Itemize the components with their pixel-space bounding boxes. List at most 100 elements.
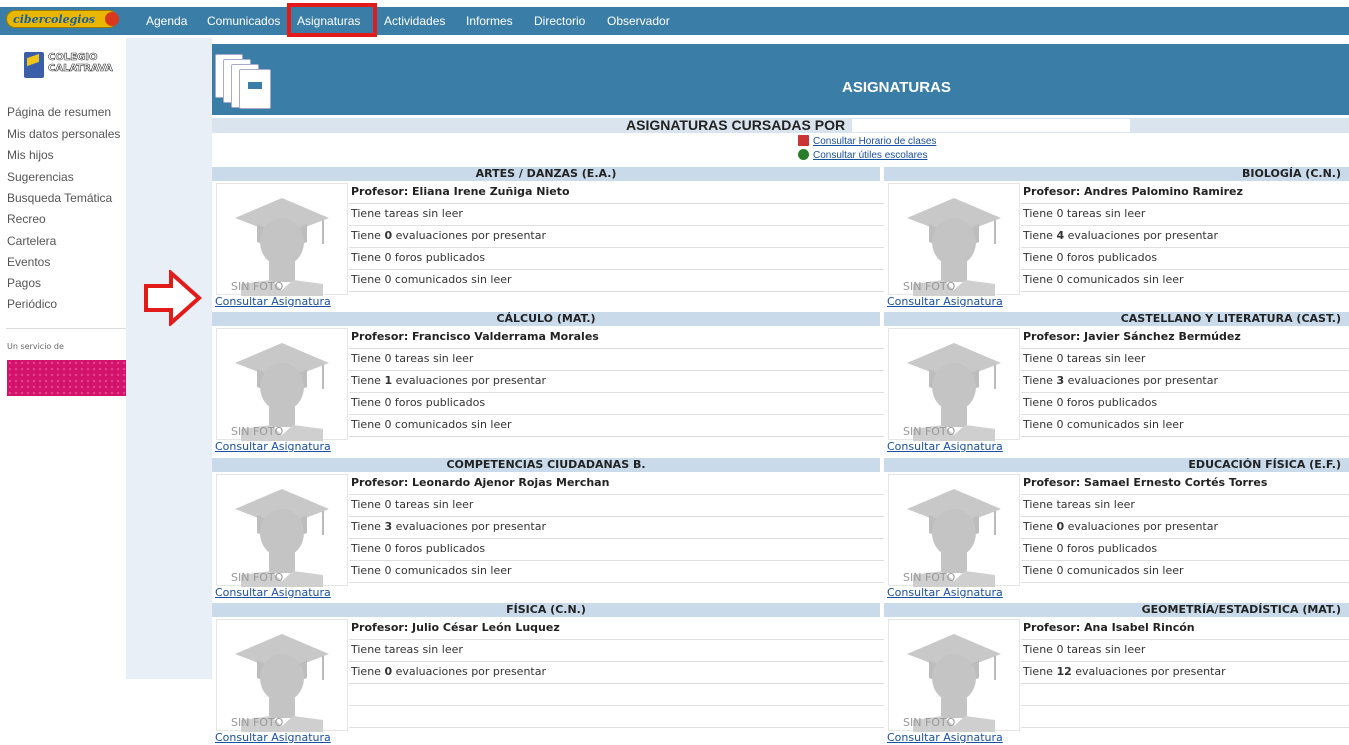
- eval-suffix: evaluaciones por presentar: [1064, 374, 1219, 387]
- school-logo: COLEGIO CALATRAVA: [24, 50, 114, 82]
- sidebar-item-mis-datos[interactable]: Mis datos personales: [7, 127, 120, 141]
- eval-prefix: Tiene: [1023, 665, 1057, 678]
- consultar-asignatura-link[interactable]: Consultar Asignatura: [887, 586, 1003, 599]
- subject-title: COMPETENCIAS CIUDADANAS B.: [212, 458, 880, 472]
- subject-teacher: Profesor: Eliana Irene Zuñiga Nieto: [349, 183, 884, 204]
- evaluaciones-row: Tiene 3 evaluaciones por presentar: [349, 518, 884, 539]
- subject-title: ARTES / DANZAS (E.A.): [212, 167, 880, 181]
- consultar-asignatura-link[interactable]: Consultar Asignatura: [215, 440, 331, 453]
- subject-teacher: Profesor: Ana Isabel Rincón: [1021, 619, 1349, 640]
- sidebar-item-periodico[interactable]: Periódico: [7, 297, 57, 311]
- tareas-row: Tiene 0 tareas sin leer: [349, 496, 884, 517]
- eval-count: 0: [384, 229, 393, 242]
- sin-foto-label: SIN FOTO: [903, 571, 956, 584]
- cursadas-bar: ASIGNATURAS CURSADAS POR: [212, 118, 1349, 133]
- nav-informes[interactable]: Informes: [466, 7, 513, 35]
- teacher-photo-placeholder: SIN FOTO: [888, 328, 1020, 441]
- school-name: COLEGIO CALATRAVA: [48, 52, 113, 75]
- teacher-photo-placeholder: SIN FOTO: [888, 183, 1020, 296]
- evaluaciones-row: Tiene 3 evaluaciones por presentar: [1021, 372, 1349, 393]
- subject-card: GEOMETRÍA/ESTADÍSTICA (MAT.) SIN FOTO Prof…: [884, 603, 1349, 745]
- comunicados-row: [349, 707, 884, 728]
- comunicados-row: Tiene 0 comunicados sin leer: [1021, 271, 1349, 292]
- eval-suffix: evaluaciones por presentar: [1064, 229, 1219, 242]
- info-icon: [798, 149, 809, 160]
- consultar-asignatura-link[interactable]: Consultar Asignatura: [887, 731, 1003, 744]
- eval-suffix: evaluaciones por presentar: [392, 374, 547, 387]
- eval-count: 0: [384, 665, 393, 678]
- sidebar-item-recreo[interactable]: Recreo: [7, 212, 46, 226]
- eval-count: 0: [1056, 520, 1065, 533]
- eval-suffix: evaluaciones por presentar: [392, 665, 547, 678]
- nav-directorio[interactable]: Directorio: [534, 7, 585, 35]
- nav-agenda[interactable]: Agenda: [146, 7, 187, 35]
- evaluaciones-row: Tiene 0 evaluaciones por presentar: [1021, 518, 1349, 539]
- foros-row: Tiene 0 foros publicados: [349, 394, 884, 415]
- sin-foto-label: SIN FOTO: [231, 280, 284, 293]
- calendar-icon: [798, 135, 809, 146]
- sin-foto-label: SIN FOTO: [231, 716, 284, 729]
- eval-prefix: Tiene: [351, 229, 385, 242]
- subject-title: CASTELLANO Y LITERATURA (CAST.): [884, 312, 1349, 326]
- teacher-photo-placeholder: SIN FOTO: [216, 328, 348, 441]
- eval-prefix: Tiene: [1023, 374, 1057, 387]
- servicio-label: Un servicio de: [7, 342, 64, 351]
- school-icon: [24, 52, 44, 78]
- evaluaciones-row: Tiene 12 evaluaciones por presentar: [1021, 663, 1349, 684]
- consultar-asignatura-link[interactable]: Consultar Asignatura: [215, 731, 331, 744]
- tareas-row: Tiene 0 tareas sin leer: [1021, 350, 1349, 371]
- subject-card: FÍSICA (C.N.) SIN FOTO Profesor: Julio Cés…: [212, 603, 884, 745]
- sidebar-divider: [6, 328, 126, 329]
- foros-row: Tiene 0 foros publicados: [1021, 540, 1349, 561]
- comunicados-row: Tiene 0 comunicados sin leer: [1021, 562, 1349, 583]
- nav-observador[interactable]: Observador: [607, 7, 670, 35]
- sidebar-item-sugerencias[interactable]: Sugerencias: [7, 170, 74, 184]
- consultar-asignatura-link[interactable]: Consultar Asignatura: [215, 295, 331, 308]
- eval-suffix: evaluaciones por presentar: [392, 229, 547, 242]
- foros-row: Tiene 0 foros publicados: [1021, 394, 1349, 415]
- teacher-photo-placeholder: SIN FOTO: [216, 183, 348, 296]
- comunicados-row: Tiene 0 comunicados sin leer: [349, 271, 884, 292]
- foros-row: Tiene 0 foros publicados: [349, 540, 884, 561]
- sidebar-item-pagos[interactable]: Pagos: [7, 276, 41, 290]
- teacher-photo-placeholder: SIN FOTO: [216, 619, 348, 732]
- consultar-asignatura-link[interactable]: Consultar Asignatura: [215, 586, 331, 599]
- subject-title: EDUCACIÓN FÍSICA (E.F.): [884, 458, 1349, 472]
- nav-actividades[interactable]: Actividades: [384, 7, 445, 35]
- sponsor-banner[interactable]: [7, 360, 126, 396]
- cursadas-title: ASIGNATURAS CURSADAS POR: [626, 117, 846, 133]
- sidebar-item-eventos[interactable]: Eventos: [7, 255, 50, 269]
- eval-prefix: Tiene: [351, 665, 385, 678]
- sidebar-item-busqueda[interactable]: Busqueda Temática: [7, 191, 112, 205]
- subject-card: EDUCACIÓN FÍSICA (E.F.) SIN FOTO Profesor:…: [884, 458, 1349, 600]
- cibercolegios-logo[interactable]: cibercolegios: [6, 10, 119, 28]
- teacher-photo-placeholder: SIN FOTO: [888, 474, 1020, 587]
- top-bar: cibercolegios Agenda Comunicados Asignat…: [0, 7, 1349, 35]
- comunicados-row: Tiene 0 comunicados sin leer: [349, 416, 884, 437]
- tareas-row: Tiene 0 tareas sin leer: [349, 350, 884, 371]
- tareas-row: Tiene 0 tareas sin leer: [1021, 205, 1349, 226]
- utiles-link[interactable]: Consultar útiles escolares: [798, 149, 928, 161]
- subject-teacher: Profesor: Andres Palomino Ramirez: [1021, 183, 1349, 204]
- subject-card: CÁLCULO (MAT.) SIN FOTO Profesor: Francisc…: [212, 312, 884, 454]
- subject-card: ARTES / DANZAS (E.A.) SIN FOTO Profesor: E…: [212, 167, 884, 309]
- logo-mark-icon: [105, 12, 119, 26]
- sidebar-item-mis-hijos[interactable]: Mis hijos: [7, 148, 54, 162]
- red-arrow-icon: [144, 270, 203, 326]
- sidebar-item-cartelera[interactable]: Cartelera: [7, 234, 56, 248]
- consultar-asignatura-link[interactable]: Consultar Asignatura: [887, 295, 1003, 308]
- sin-foto-label: SIN FOTO: [903, 425, 956, 438]
- sin-foto-label: SIN FOTO: [903, 716, 956, 729]
- horario-link[interactable]: Consultar Horario de clases: [798, 135, 936, 147]
- comunicados-row: Tiene 0 comunicados sin leer: [1021, 416, 1349, 437]
- subject-card: COMPETENCIAS CIUDADANAS B. SIN FOTO Profes…: [212, 458, 884, 600]
- nav-comunicados[interactable]: Comunicados: [207, 7, 280, 35]
- comunicados-row: Tiene 0 comunicados sin leer: [349, 562, 884, 583]
- sin-foto-label: SIN FOTO: [903, 280, 956, 293]
- horario-label: Consultar Horario de clases: [813, 136, 937, 147]
- tareas-row: Tiene tareas sin leer: [349, 205, 884, 226]
- subject-teacher: Profesor: Javier Sánchez Bermúdez: [1021, 328, 1349, 349]
- sidebar-item-resumen[interactable]: Página de resumen: [7, 105, 111, 119]
- foros-row: Tiene 0 foros publicados: [349, 249, 884, 270]
- consultar-asignatura-link[interactable]: Consultar Asignatura: [887, 440, 1003, 453]
